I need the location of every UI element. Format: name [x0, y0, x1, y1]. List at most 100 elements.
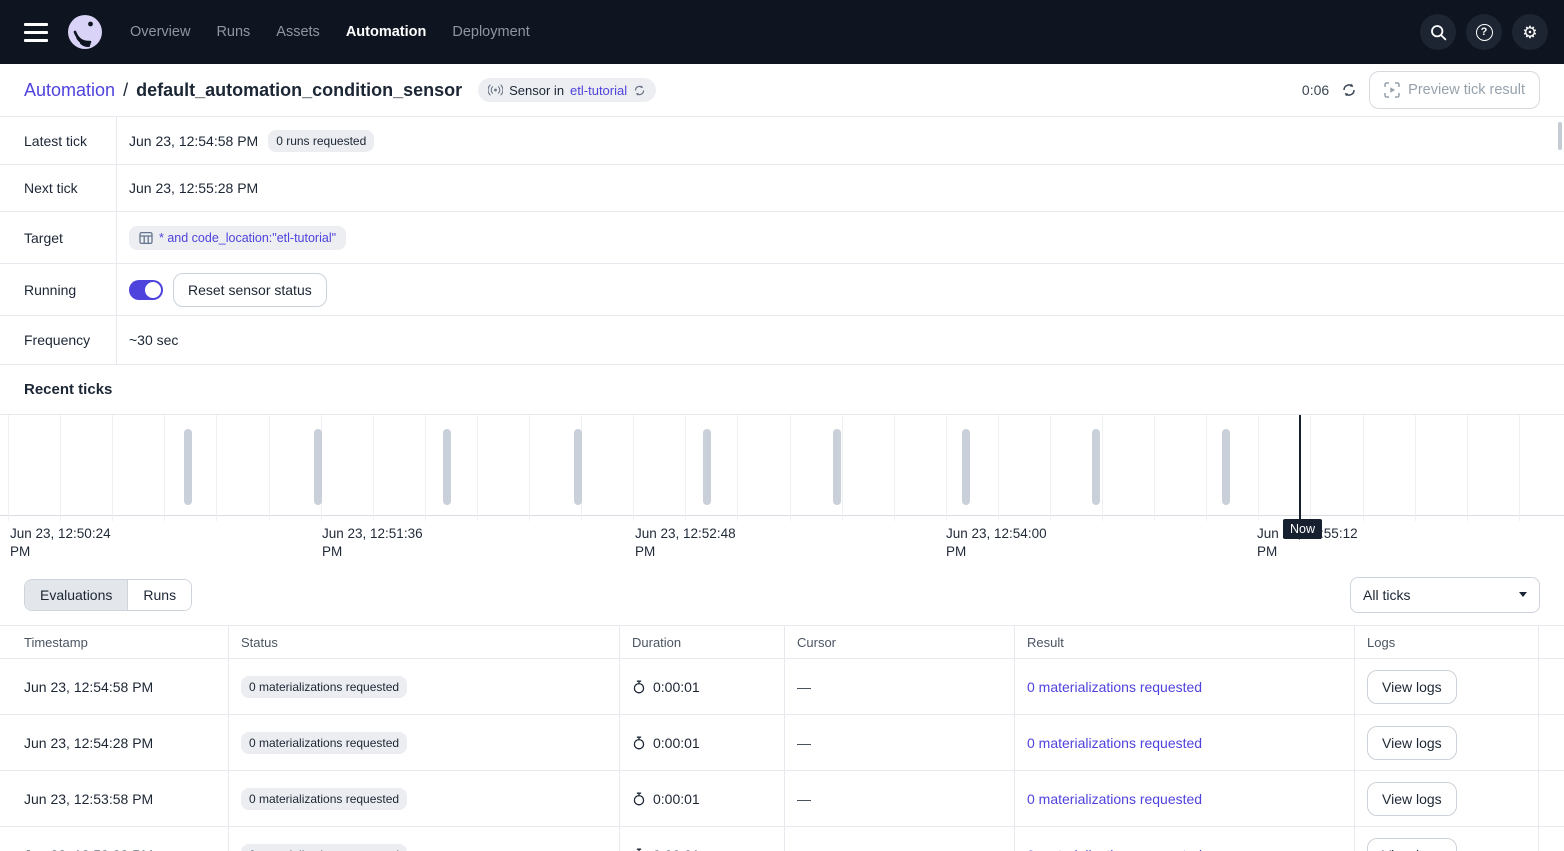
preview-tick-result-button[interactable]: Preview tick result	[1369, 71, 1540, 109]
result-link[interactable]: 0 materializations requested	[1027, 735, 1202, 751]
cursor-value: —	[797, 847, 811, 851]
nav-item-runs[interactable]: Runs	[216, 24, 250, 40]
cell-timestamp: Jun 23, 12:53:58 PM	[0, 771, 229, 826]
table-row: Jun 23, 12:53:58 PM0 materializations re…	[0, 771, 1564, 827]
search-button[interactable]	[1420, 14, 1456, 50]
view-logs-button[interactable]: View logs	[1367, 782, 1457, 816]
running-row: Running Reset sensor status	[0, 264, 1564, 316]
stopwatch-icon	[632, 680, 646, 694]
tick-mark[interactable]	[962, 429, 970, 505]
next-tick-label: Next tick	[0, 165, 117, 211]
timeline-gridline	[946, 415, 947, 521]
timeline-gridline	[477, 415, 478, 521]
nav-links: Overview Runs Assets Automation Deployment	[130, 24, 530, 40]
axis-label-line2: PM	[635, 543, 736, 561]
view-logs-button[interactable]: View logs	[1367, 726, 1457, 760]
chevron-down-icon	[1519, 592, 1527, 597]
cursor-value: —	[797, 735, 811, 751]
running-label: Running	[0, 264, 117, 315]
axis-label-line2: PM	[1257, 543, 1358, 561]
reset-sensor-status-button[interactable]: Reset sensor status	[173, 273, 327, 307]
top-nav: Overview Runs Assets Automation Deployment ?…	[0, 0, 1564, 64]
axis-label-line1: Jun 23, 12:50:24	[10, 525, 111, 543]
refresh-icon[interactable]	[1341, 82, 1357, 98]
cell-status: 0 materializations requested	[229, 715, 620, 770]
tick-mark[interactable]	[574, 429, 582, 505]
view-logs-button[interactable]: View logs	[1367, 670, 1457, 704]
stopwatch-icon	[632, 792, 646, 806]
timeline-gridline	[1206, 415, 1207, 521]
nav-item-deployment[interactable]: Deployment	[452, 24, 529, 40]
timeline-gridline	[685, 415, 686, 521]
timeline-gridline	[373, 415, 374, 521]
timeline-gridline	[1154, 415, 1155, 521]
running-toggle[interactable]	[129, 280, 163, 300]
tick-mark[interactable]	[184, 429, 192, 505]
result-link[interactable]: 0 materializations requested	[1027, 847, 1202, 851]
timeline-axis-label: Jun 23, 12:54:00PM	[946, 525, 1047, 561]
next-tick-row: Next tick Jun 23, 12:55:28 PM	[0, 165, 1564, 212]
now-marker-line	[1299, 415, 1301, 519]
timeline-gridline	[1310, 415, 1311, 521]
result-link[interactable]: 0 materializations requested	[1027, 679, 1202, 695]
result-link[interactable]: 0 materializations requested	[1027, 791, 1202, 807]
nav-item-assets[interactable]: Assets	[276, 24, 320, 40]
tab-runs[interactable]: Runs	[128, 580, 191, 610]
stopwatch-icon	[632, 736, 646, 750]
axis-label-line2: PM	[946, 543, 1047, 561]
column-header-status: Status	[229, 626, 620, 658]
gear-icon: ⚙	[1522, 24, 1537, 41]
table-body: Jun 23, 12:54:58 PM0 materializations re…	[0, 659, 1564, 851]
cell-result: 0 materializations requested	[1015, 827, 1355, 851]
timeline-gridline	[269, 415, 270, 521]
cell-duration: 0:00:01	[620, 771, 785, 826]
column-header-gutter	[1539, 626, 1564, 658]
dagster-logo-icon[interactable]	[66, 13, 104, 51]
tick-status-filter[interactable]: All ticks	[1350, 577, 1540, 613]
asset-selection-pill[interactable]: * and code_location:"etl-tutorial"	[129, 226, 346, 250]
code-location-link[interactable]: etl-tutorial	[570, 83, 627, 98]
tick-mark[interactable]	[1222, 429, 1230, 505]
view-logs-button[interactable]: View logs	[1367, 838, 1457, 851]
axis-label-line2: PM	[10, 543, 111, 561]
timeline-gridline	[1415, 415, 1416, 521]
tick-mark[interactable]	[1092, 429, 1100, 505]
tick-mark[interactable]	[443, 429, 451, 505]
frequency-label: Frequency	[0, 316, 117, 364]
preview-icon	[1384, 82, 1400, 98]
tab-evaluations[interactable]: Evaluations	[25, 580, 128, 610]
settings-button[interactable]: ⚙	[1512, 14, 1548, 50]
sensor-icon	[488, 84, 503, 96]
tick-mark[interactable]	[703, 429, 711, 505]
cell-cursor: —	[785, 715, 1015, 770]
cursor-value: —	[797, 679, 811, 695]
view-tabs: EvaluationsRuns	[24, 579, 192, 611]
cell-logs: View logs	[1355, 715, 1539, 770]
menu-icon[interactable]	[24, 18, 52, 46]
duration-value: 0:00:01	[653, 847, 700, 851]
breadcrumb-automation-link[interactable]: Automation	[24, 80, 115, 101]
nav-item-overview[interactable]: Overview	[130, 24, 190, 40]
timeline-gridline	[842, 415, 843, 521]
tick-mark[interactable]	[314, 429, 322, 505]
cell-duration: 0:00:01	[620, 827, 785, 851]
evaluations-table: TimestampStatusDurationCursorResultLogs …	[0, 625, 1564, 851]
recent-ticks-timeline[interactable]: Jun 23, 12:50:24PMJun 23, 12:51:36PMJun …	[0, 414, 1564, 564]
cell-logs: View logs	[1355, 771, 1539, 826]
timeline-gridline	[790, 415, 791, 521]
nav-item-automation[interactable]: Automation	[346, 24, 427, 40]
help-button[interactable]: ?	[1466, 14, 1502, 50]
page-title: default_automation_condition_sensor	[136, 80, 462, 101]
tick-mark[interactable]	[833, 429, 841, 505]
cell-cursor: —	[785, 771, 1015, 826]
cell-status: 0 materializations requested	[229, 771, 620, 826]
column-header-duration: Duration	[620, 626, 785, 658]
cursor-value: —	[797, 791, 811, 807]
timeline-gridline	[1258, 415, 1259, 521]
target-label: Target	[0, 212, 117, 263]
reload-location-icon[interactable]	[633, 84, 646, 97]
timeline-axis-label: Jun 23, 12:52:48PM	[635, 525, 736, 561]
ticks-toolbar: EvaluationsRuns All ticks	[0, 564, 1564, 625]
scrollbar-thumb[interactable]	[1558, 122, 1562, 150]
help-icon: ?	[1476, 24, 1493, 41]
